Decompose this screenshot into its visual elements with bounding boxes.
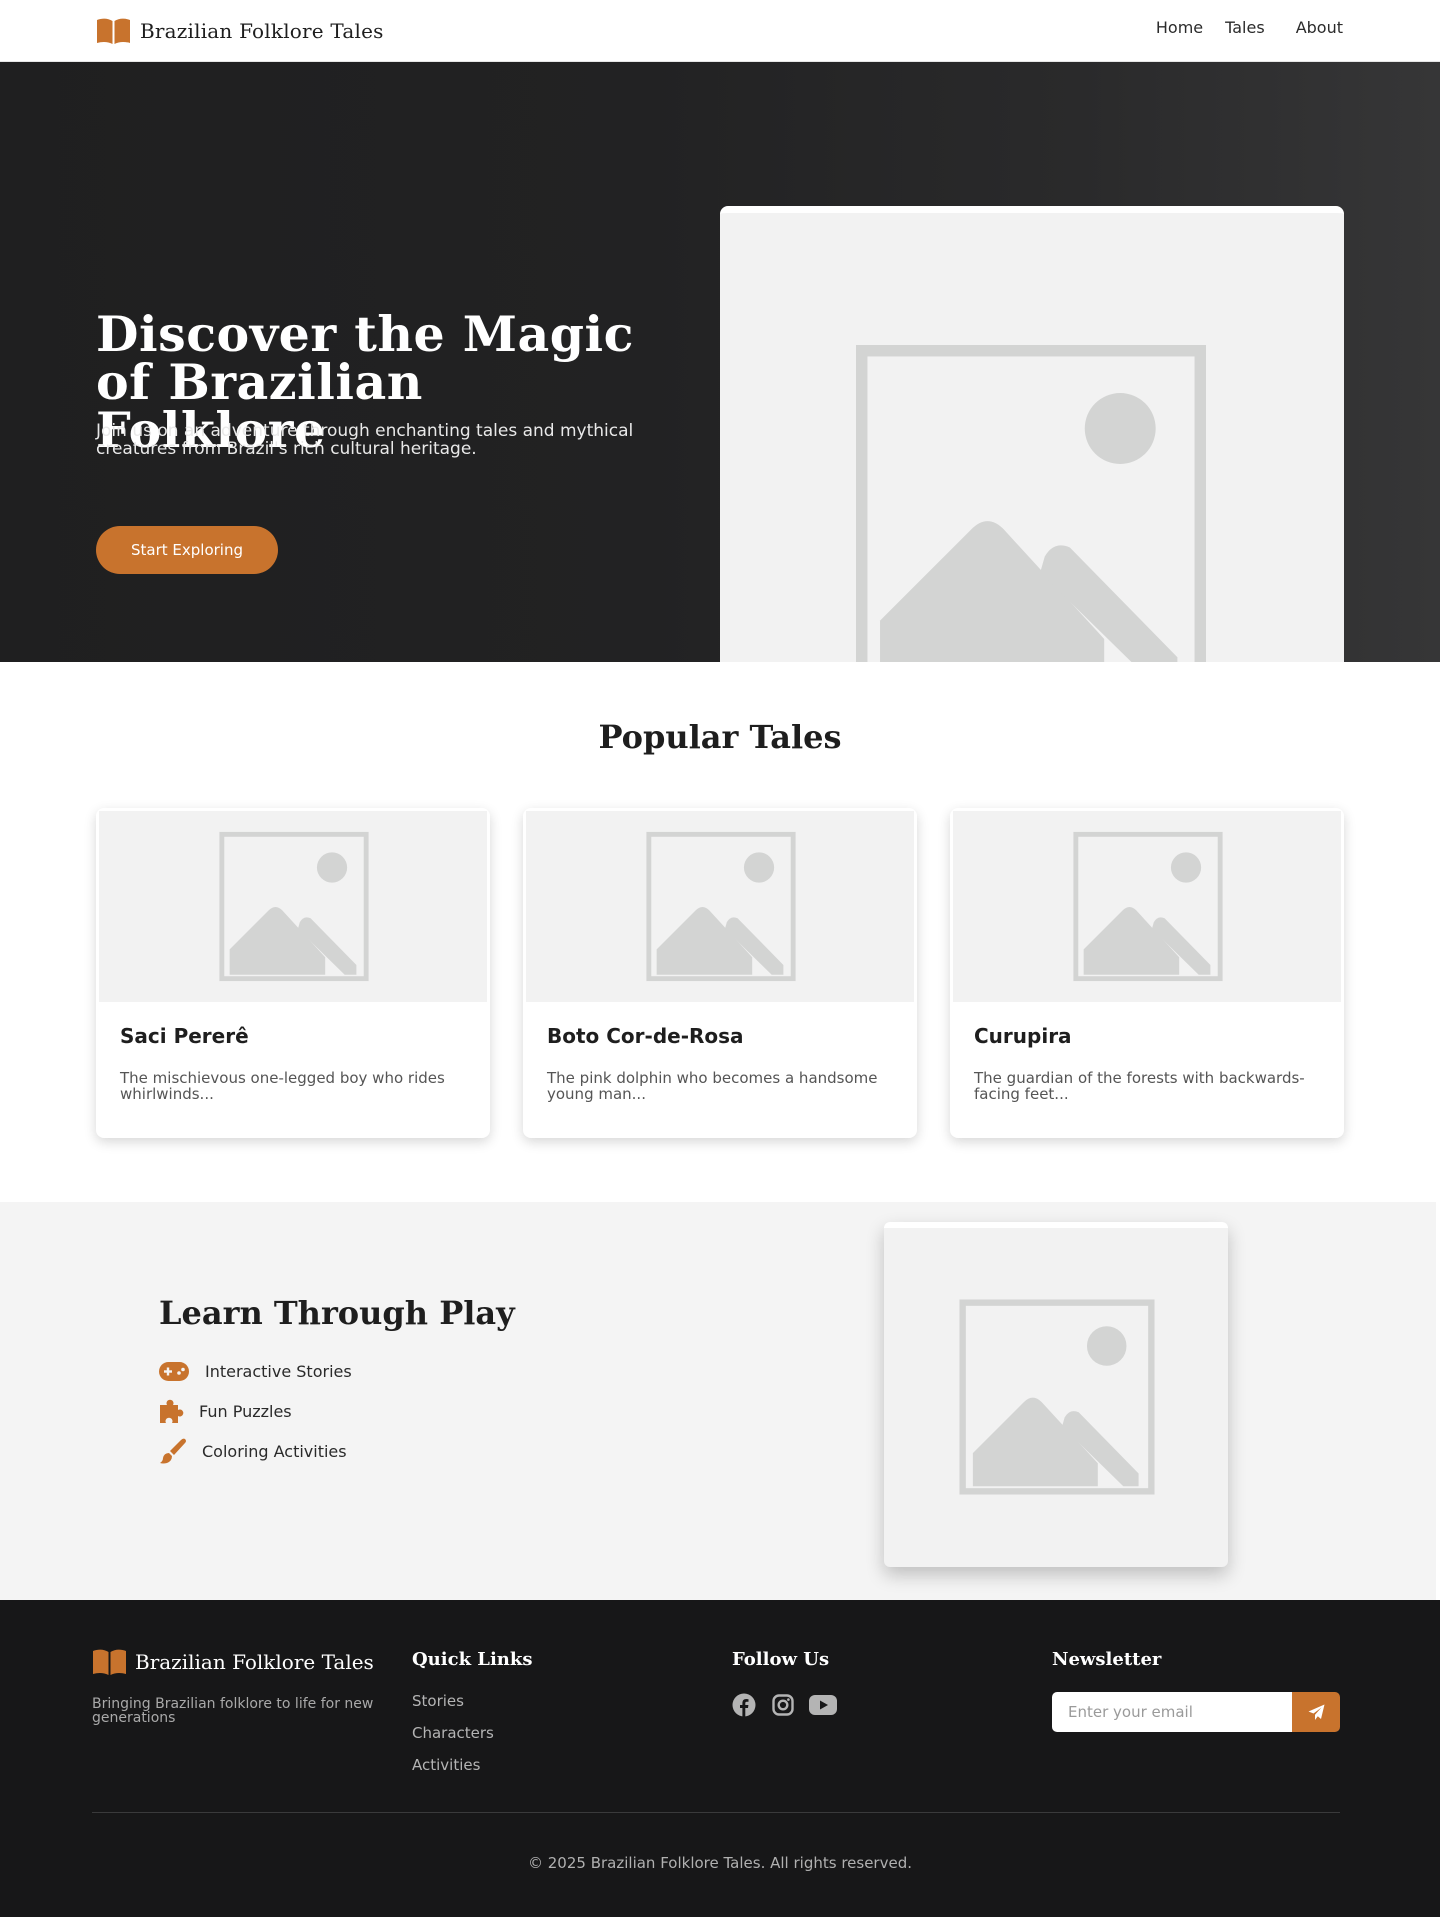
open-book-icon (93, 1649, 126, 1675)
learn-heading: Learn Through Play (159, 1294, 515, 1332)
footer-brand-name: Brazilian Folklore Tales (135, 1650, 374, 1674)
tale-card-image (99, 811, 487, 1002)
nav-home-link[interactable]: Home (1156, 17, 1203, 39)
paper-plane-icon (1308, 1704, 1324, 1720)
image-placeholder-icon (959, 1299, 1155, 1495)
hero-image (720, 206, 1344, 662)
image-placeholder-icon (646, 831, 796, 982)
footer-tagline: Bringing Brazilian folklore to life for … (92, 1696, 374, 1726)
puzzle-piece-icon (159, 1398, 199, 1424)
open-book-icon (97, 18, 130, 44)
tale-card-title: Curupira (974, 1024, 1072, 1048)
tale-card-image (526, 811, 914, 1002)
facebook-icon[interactable] (731, 1692, 757, 1718)
nav-about-link[interactable]: About (1296, 17, 1343, 39)
newsletter-heading: Newsletter (1052, 1649, 1162, 1670)
paintbrush-icon (159, 1438, 202, 1464)
feature-label: Fun Puzzles (199, 1401, 292, 1421)
tale-card-boto[interactable]: Boto Cor-de-Rosa The pink dolphin who be… (523, 808, 917, 1138)
copyright-text: © 2025 Brazilian Folklore Tales. All rig… (528, 1854, 912, 1872)
site-header: Brazilian Folklore Tales Home Tales Abou… (0, 0, 1440, 62)
tale-card-title: Saci Pererê (120, 1024, 249, 1048)
tale-card-title: Boto Cor-de-Rosa (547, 1024, 744, 1048)
tale-card-curupira[interactable]: Curupira The guardian of the forests wit… (950, 808, 1344, 1138)
hero-subtitle: Join us on an adventure through enchanti… (96, 421, 634, 459)
tale-card-description: The pink dolphin who becomes a handsome … (547, 1069, 878, 1103)
popular-tales-heading: Popular Tales (598, 718, 842, 756)
tale-card-description: The guardian of the forests with backwar… (974, 1069, 1305, 1103)
footer-divider (92, 1812, 1340, 1813)
newsletter-email-input[interactable] (1052, 1692, 1292, 1732)
footer-link-activities[interactable]: Activities (412, 1756, 480, 1774)
tale-card-saci[interactable]: Saci Pererê The mischievous one-legged b… (96, 808, 490, 1138)
footer-link-stories[interactable]: Stories (412, 1692, 464, 1710)
follow-us-heading: Follow Us (732, 1649, 830, 1670)
image-placeholder-icon (219, 831, 369, 982)
main-nav: Home Tales About (1134, 17, 1343, 39)
start-exploring-button[interactable]: Start Exploring (96, 526, 278, 574)
nav-tales-link[interactable]: Tales (1225, 17, 1265, 39)
feature-interactive-stories: Interactive Stories (159, 1358, 352, 1384)
footer-brand: Brazilian Folklore Tales (92, 1648, 374, 1676)
tale-card-description: The mischievous one-legged boy who rides… (120, 1069, 445, 1103)
learn-section: Learn Through Play Interactive Stories F… (0, 1202, 1436, 1600)
brand-logo-link[interactable]: Brazilian Folklore Tales (96, 17, 384, 45)
brand-name: Brazilian Folklore Tales (140, 19, 384, 43)
footer-link-characters[interactable]: Characters (412, 1724, 494, 1742)
instagram-icon[interactable] (770, 1692, 796, 1718)
feature-fun-puzzles: Fun Puzzles (159, 1398, 292, 1424)
image-placeholder-icon (1073, 831, 1223, 982)
newsletter-submit-button[interactable] (1292, 1692, 1340, 1732)
youtube-icon[interactable] (808, 1692, 838, 1718)
gamepad-icon (159, 1358, 205, 1384)
hero-section: Discover the Magic of Brazilian Folklore… (0, 62, 1440, 662)
image-placeholder-icon (856, 345, 1206, 662)
learn-image (884, 1222, 1228, 1567)
site-footer: Brazilian Folklore Tales Bringing Brazil… (0, 1600, 1440, 1917)
quick-links-heading: Quick Links (412, 1649, 533, 1670)
feature-coloring-activities: Coloring Activities (159, 1438, 347, 1464)
tale-card-image (953, 811, 1341, 1002)
feature-label: Interactive Stories (205, 1361, 352, 1381)
feature-label: Coloring Activities (202, 1441, 347, 1461)
